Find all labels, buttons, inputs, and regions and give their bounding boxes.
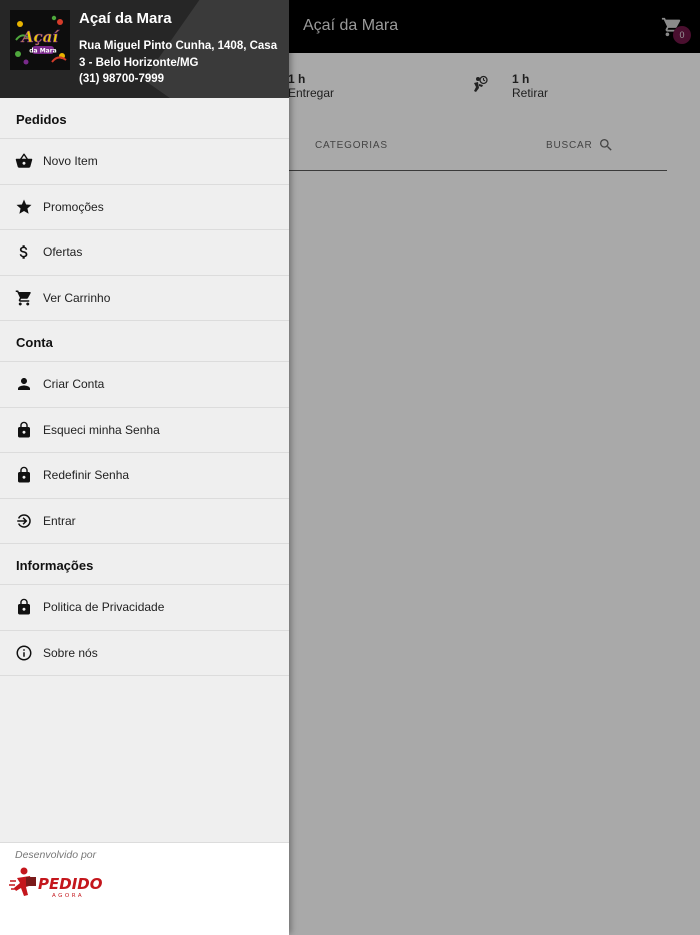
star-icon xyxy=(16,199,32,214)
menu-label: Promoções xyxy=(43,199,104,214)
menu-label: Ofertas xyxy=(43,245,83,259)
brand-text-bottom: AGORA xyxy=(52,893,84,899)
person-icon xyxy=(18,378,30,390)
menu-item-ver-carrinho[interactable]: Ver Carrinho xyxy=(0,276,289,321)
pickup-icon xyxy=(474,75,488,92)
pickup-option[interactable]: 1 h Retirar xyxy=(512,72,548,100)
app-title: Açaí da Mara xyxy=(303,17,399,34)
store-name: Açaí da Mara xyxy=(79,10,172,27)
menu-label: Entrar xyxy=(43,513,76,528)
lock-icon xyxy=(18,421,30,437)
drawer-menu: Pedidos Novo Item Promoções Ofertas Ver … xyxy=(0,98,289,676)
pickup-label: Retirar xyxy=(512,86,549,100)
section-header-info: Informações xyxy=(0,544,289,585)
store-phone: (31) 98700-7999 xyxy=(79,73,165,85)
logo-text-bottom: da Mara xyxy=(29,48,56,55)
menu-label: Novo Item xyxy=(43,154,98,168)
cart-button[interactable]: 0 xyxy=(661,14,695,44)
navigation-drawer: Açaí da Mara Açaí da Mara Rua Miguel Pin… xyxy=(0,0,289,935)
menu-item-sobre-nos[interactable]: Sobre nós xyxy=(0,631,289,676)
menu-item-ofertas[interactable]: Ofertas xyxy=(0,230,289,276)
tab-categories[interactable]: CATEGORIAS xyxy=(315,140,388,151)
menu-label: Politica de Privacidade xyxy=(43,600,165,614)
drawer-footer: Desenvolvido por PEDIDO AGORA xyxy=(0,842,289,935)
tab-search[interactable]: BUSCAR xyxy=(546,140,592,151)
lock-icon xyxy=(18,466,30,483)
menu-item-criar-conta[interactable]: Criar Conta xyxy=(0,362,289,408)
store-logo: Açaí da Mara xyxy=(10,10,70,70)
menu-item-politica-privacidade[interactable]: Politica de Privacidade xyxy=(0,585,289,631)
menu-label: Ver Carrinho xyxy=(43,290,111,305)
pickup-time: 1 h xyxy=(512,72,530,86)
section-header-account: Conta xyxy=(0,321,289,362)
cart-count-badge: 0 xyxy=(673,26,691,44)
info-icon xyxy=(16,645,32,660)
login-icon xyxy=(17,513,31,528)
deliver-time: 1 h xyxy=(288,72,306,86)
section-header-orders: Pedidos xyxy=(0,98,289,139)
store-address: Rua Miguel Pinto Cunha, 1408, Casa 3 - B… xyxy=(79,40,278,69)
menu-item-esqueci-senha[interactable]: Esqueci minha Senha xyxy=(0,408,289,453)
menu-item-entrar[interactable]: Entrar xyxy=(0,499,289,544)
developed-by-label: Desenvolvido por xyxy=(15,849,97,861)
lock-icon xyxy=(18,598,30,615)
menu-label: Sobre nós xyxy=(43,645,98,660)
search-icon[interactable] xyxy=(598,137,614,153)
dollar-icon xyxy=(19,245,28,259)
menu-item-redefinir-senha[interactable]: Redefinir Senha xyxy=(0,453,289,499)
menu-label: Criar Conta xyxy=(43,377,105,391)
delivery-option[interactable]: 1 h Entregar xyxy=(288,72,334,100)
cart-icon xyxy=(15,290,31,305)
logo-text-top: Açaí xyxy=(20,28,59,46)
brand-text-top: PEDIDO xyxy=(38,875,103,893)
pedido-agora-logo[interactable]: PEDIDO AGORA xyxy=(8,865,108,905)
menu-item-novo-item[interactable]: Novo Item xyxy=(0,139,289,185)
tabs-divider xyxy=(289,170,667,171)
deliver-label: Entregar xyxy=(288,86,335,100)
menu-label: Redefinir Senha xyxy=(43,468,130,482)
basket-icon xyxy=(15,153,33,168)
drawer-header: Açaí da Mara Açaí da Mara Rua Miguel Pin… xyxy=(0,0,289,98)
menu-label: Esqueci minha Senha xyxy=(43,422,160,437)
menu-item-promocoes[interactable]: Promoções xyxy=(0,185,289,230)
